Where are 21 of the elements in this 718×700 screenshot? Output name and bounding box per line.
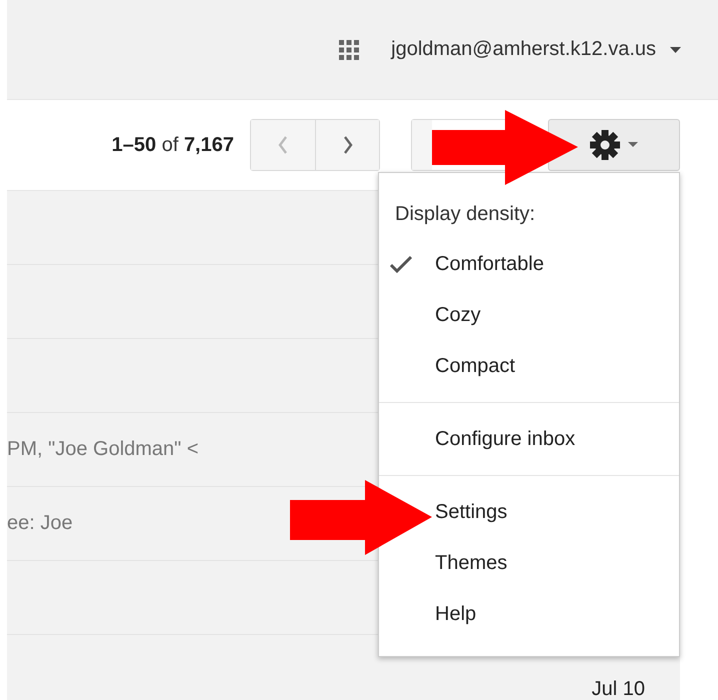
caret-icon: [628, 142, 638, 148]
message-snippet: ee: Joe: [7, 512, 73, 535]
apps-grid-icon[interactable]: [339, 40, 360, 60]
page-range: 1–50 of 7,167: [112, 134, 234, 156]
message-snippet: PM, "Joe Goldman" <: [7, 438, 199, 461]
message-date: Jul 10: [592, 678, 645, 700]
menu-item[interactable]: Compact: [435, 341, 679, 392]
menu-item[interactable]: Configure inbox: [435, 414, 679, 465]
menu-heading: Display density:: [394, 202, 536, 227]
caret-icon: [670, 46, 681, 52]
settings-button[interactable]: [548, 119, 680, 171]
menu-item[interactable]: Themes: [435, 538, 679, 589]
next-page-button[interactable]: [315, 120, 379, 170]
menu-item[interactable]: Cozy: [435, 290, 679, 341]
menu-item[interactable]: Comfortable: [435, 239, 679, 290]
chevron-left-icon: [278, 136, 288, 154]
chevron-right-icon: [342, 136, 352, 154]
account-menu[interactable]: jgoldman@amherst.k12.va.us: [391, 38, 681, 61]
menu-item[interactable]: Settings: [435, 487, 679, 538]
previous-page-button[interactable]: [251, 120, 315, 170]
toolbar-button[interactable]: [412, 120, 432, 170]
